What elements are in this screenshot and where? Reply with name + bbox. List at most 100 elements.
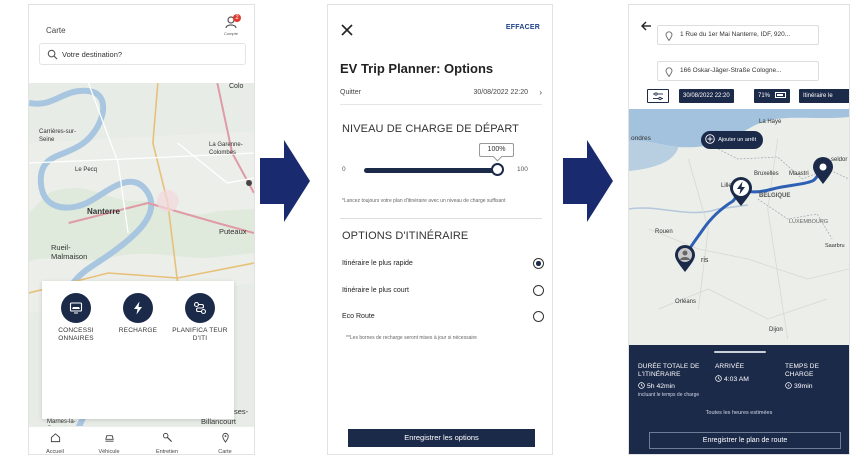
- option-label: Itinéraire le plus rapide: [342, 260, 413, 267]
- account-label: Compte: [223, 31, 238, 36]
- add-stop-button[interactable]: Ajouter un arrêt: [701, 131, 764, 149]
- map-label: Bruxelles: [754, 171, 779, 177]
- option-shortest-route[interactable]: Itinéraire le plus court: [342, 285, 544, 299]
- battery-chip[interactable]: 71%: [754, 89, 790, 103]
- slider-min-label: 0: [342, 166, 346, 173]
- charging-button[interactable]: RECHARGE: [108, 293, 168, 335]
- route-type-chip[interactable]: Itinéraire le: [799, 89, 849, 103]
- destination-field[interactable]: 166 Oskar-Jäger-Straße Cologne...: [657, 61, 819, 81]
- slider-max-label: 100: [517, 166, 528, 173]
- flow-arrow-icon: [563, 140, 613, 222]
- save-route-plan-button[interactable]: Enregistrer le plan de route: [649, 432, 841, 449]
- charge-slider-thumb[interactable]: [491, 163, 504, 176]
- tab-maintenance[interactable]: Entretien: [147, 430, 187, 455]
- charging-stop-pin-icon[interactable]: [728, 177, 754, 207]
- trip-options-screen: EFFACER EV Trip Planner: Options Quitter…: [327, 4, 553, 455]
- save-options-button[interactable]: Enregistrer les options: [348, 429, 535, 447]
- map-label: Colo: [229, 83, 244, 90]
- charging-clock-icon: [785, 382, 792, 389]
- origin-field[interactable]: 1 Rue du 1er Mai Nanterre, IDF, 920...: [657, 25, 819, 45]
- close-icon[interactable]: [340, 23, 354, 37]
- tab-label: Accueil: [46, 449, 64, 455]
- tab-home[interactable]: Accueil: [35, 430, 75, 455]
- option-label: Eco Route: [342, 313, 375, 320]
- battery-value: 71%: [758, 93, 771, 99]
- trip-planner-button[interactable]: PLANIFICA TEUR D'ITI: [170, 293, 230, 343]
- duration-value: 5h 42min: [647, 383, 675, 390]
- map-label: La Haye: [759, 119, 782, 125]
- clock-icon: [715, 374, 722, 382]
- stat-heading: ARRIVÉE: [715, 363, 745, 370]
- map-label: Saarbru: [825, 243, 845, 249]
- map-label: Maastri: [789, 171, 809, 177]
- start-pin-icon[interactable]: [673, 245, 697, 273]
- dealers-button[interactable]: CONCESSI ONNAIRES: [46, 293, 106, 343]
- account-button[interactable]: 2 Compte: [220, 14, 242, 41]
- map-label: Orléans: [675, 299, 697, 305]
- panel-drag-handle[interactable]: [714, 351, 766, 353]
- departure-label: Quitter: [340, 89, 362, 96]
- destination-value: 166 Oskar-Jäger-Straße Cologne...: [680, 67, 782, 74]
- arrival-stat: ARRIVÉE 4:03 AM: [715, 363, 775, 383]
- stat-value: 4:03 AM: [715, 374, 775, 383]
- map-label: Carrières-sur-Seine: [39, 129, 77, 143]
- quick-actions-card: CONCESSI ONNAIRES RECHARGE PLANIFICA TEU…: [42, 281, 234, 419]
- origin-value: 1 Rue du 1er Mai Nanterre, IDF, 920...: [680, 31, 791, 38]
- radio-shortest[interactable]: [533, 285, 544, 296]
- map-header: Carte 2 Compte Votre destination?: [29, 5, 254, 83]
- tab-label: Véhicule: [98, 449, 120, 455]
- car-icon: [104, 435, 114, 442]
- map-label: Rouen: [655, 229, 673, 235]
- trip-planner-label: PLANIFICA TEUR D'ITI: [172, 327, 228, 342]
- charging-bolt-icon: [134, 301, 142, 315]
- radio-eco[interactable]: [533, 311, 544, 322]
- trip-summary-panel: DURÉE TOTALE DE L'ITINÉRAIRE 5h 42min in…: [629, 345, 849, 454]
- clear-button[interactable]: EFFACER: [506, 24, 540, 31]
- search-placeholder: Votre destination?: [62, 50, 123, 59]
- bottom-tab-bar: Accueil Véhicule Entretien Carte: [29, 426, 254, 454]
- map-label: Dijon: [769, 327, 783, 333]
- map-pin-icon: [221, 432, 229, 443]
- charge-slider-track[interactable]: [364, 168, 500, 173]
- map-label: LUXEMBOURG: [789, 219, 829, 225]
- wrench-icon: [162, 432, 172, 443]
- battery-icon: [774, 92, 786, 98]
- filter-button[interactable]: [647, 89, 669, 103]
- route-icon-circle: [185, 293, 215, 323]
- map-label: Puteaux: [219, 227, 247, 236]
- map-label: BELGIQUE: [759, 193, 791, 199]
- departure-time-row[interactable]: Quitter 30/08/2022 22:20 ›: [340, 85, 542, 105]
- destination-search-input[interactable]: Votre destination?: [39, 43, 246, 65]
- total-duration-stat: DURÉE TOTALE DE L'ITINÉRAIRE 5h 42min in…: [638, 363, 706, 398]
- back-arrow-icon[interactable]: [640, 20, 652, 32]
- location-pin-icon: [665, 67, 673, 77]
- departure-value: 30/08/2022 22:20: [473, 89, 529, 96]
- map-label: Rueil-Malmaison: [51, 243, 88, 261]
- tab-vehicle[interactable]: Véhicule: [89, 430, 129, 455]
- options-note: **Les bornes de recharge seront mises à …: [346, 335, 477, 341]
- home-icon: [50, 433, 60, 443]
- option-fastest-route[interactable]: Itinéraire le plus rapide: [342, 258, 544, 272]
- tab-map[interactable]: Carte: [205, 430, 245, 454]
- route-header: 1 Rue du 1er Mai Nanterre, IDF, 920... 1…: [629, 5, 849, 105]
- location-pin-icon: [665, 31, 673, 41]
- charge-level-heading: NIVEAU DE CHARGE DE DÉPART: [342, 123, 520, 135]
- estimated-times-note: Toutes les heures estimées: [705, 410, 773, 416]
- plus-circle-icon: [705, 134, 715, 144]
- stat-heading: DURÉE TOTALE DE L'ITINÉRAIRE: [638, 363, 700, 378]
- route-planner-icon: [193, 301, 207, 315]
- stat-value: 5h 42min: [638, 382, 706, 390]
- stat-heading: TEMPS DE CHARGE: [785, 363, 820, 378]
- destination-pin-icon[interactable]: [812, 157, 834, 185]
- departure-chip[interactable]: 30/08/2022 22:20: [679, 89, 734, 103]
- arrival-value: 4:03 AM: [724, 375, 749, 383]
- charge-time-value: 39min: [794, 383, 813, 390]
- map-label: Nanterre: [87, 207, 120, 216]
- add-stop-label: Ajouter un arrêt: [718, 137, 757, 143]
- option-eco-route[interactable]: Eco Route: [342, 311, 544, 325]
- map-label: ris: [701, 257, 709, 264]
- radio-fastest[interactable]: [533, 258, 544, 269]
- stat-value: 39min: [785, 382, 849, 390]
- tab-label: Entretien: [155, 449, 178, 455]
- filter-sliders-icon: [653, 92, 663, 101]
